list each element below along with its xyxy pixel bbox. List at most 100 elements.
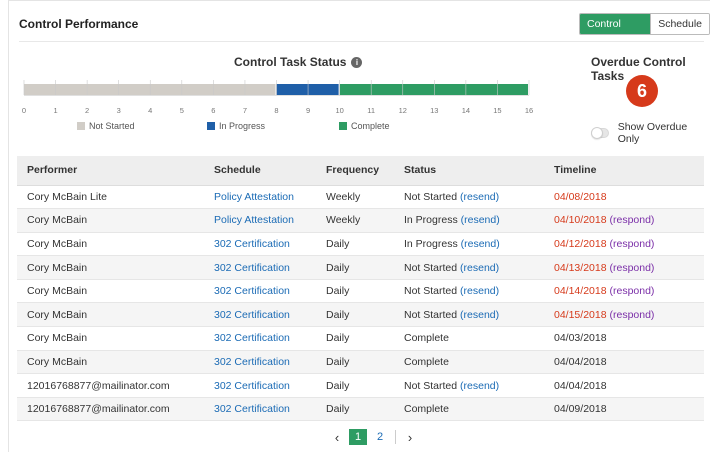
show-overdue-label: Show Overdue Only: [617, 121, 688, 145]
info-icon[interactable]: i: [351, 56, 363, 68]
bar-segment-complete: [339, 84, 528, 95]
legend-item-not-started[interactable]: Not Started: [77, 121, 135, 131]
status-text: Not Started: [404, 285, 458, 298]
table-row: Cory McBain 302 Certification Daily In Prog…: [17, 232, 704, 257]
table-row: Cory McBain 302 Certification Daily Complet…: [17, 326, 704, 351]
timeline-cell: 04/08/2018: [544, 185, 704, 210]
resend-link[interactable]: (resend): [460, 191, 499, 203]
legend-item-in-progress[interactable]: In Progress: [207, 121, 265, 131]
tick-label: 7: [243, 106, 247, 115]
page-2-button[interactable]: 2: [371, 429, 389, 445]
toggle-knob: [591, 127, 603, 139]
status-text: In Progress: [404, 237, 458, 250]
column-header-frequency[interactable]: Frequency: [316, 156, 394, 186]
timeline-date: 04/04/2018: [554, 379, 607, 392]
status-cell: Complete: [394, 350, 544, 375]
timeline-date: 04/13/2018: [554, 261, 607, 274]
tick-label: 16: [525, 106, 533, 115]
column-header-performer[interactable]: Performer: [17, 156, 204, 186]
respond-link[interactable]: (respond): [609, 238, 654, 250]
schedule-link[interactable]: 302 Certification: [214, 309, 290, 321]
timeline-date: 04/04/2018: [554, 355, 607, 368]
resend-link[interactable]: (resend): [460, 262, 499, 274]
schedule-cell: 302 Certification: [204, 350, 316, 375]
schedule-link[interactable]: 302 Certification: [214, 285, 290, 297]
resend-link[interactable]: (resend): [461, 214, 500, 226]
schedule-link[interactable]: 302 Certification: [214, 262, 290, 274]
tab-control-task[interactable]: Control Task: [580, 14, 651, 34]
table-row: Cory McBain Lite Policy Attestation Weekly…: [17, 185, 704, 210]
tab-schedule[interactable]: Schedule: [650, 14, 709, 34]
status-cell: Not Started (resend): [394, 185, 544, 210]
schedule-cell: Policy Attestation: [204, 185, 316, 210]
legend-label: Not Started: [89, 121, 135, 131]
timeline-date: 04/09/2018: [554, 403, 607, 416]
respond-link[interactable]: (respond): [609, 262, 654, 274]
resend-link[interactable]: (resend): [461, 238, 500, 250]
pagination-divider: [395, 430, 396, 444]
status-cell: Not Started (resend): [394, 279, 544, 304]
respond-link[interactable]: (respond): [609, 285, 654, 297]
status-chart: 0 1 2 3 4 5 6 7 8 9 10 11 12 13 14 15 16: [22, 80, 533, 115]
column-header-schedule[interactable]: Schedule: [204, 156, 316, 186]
performer-cell: Cory McBain: [17, 255, 204, 280]
status-text: Complete: [404, 403, 449, 416]
column-header-status[interactable]: Status: [394, 156, 544, 186]
tick-label: 9: [306, 106, 310, 115]
performer-cell: Cory McBain: [17, 326, 204, 351]
next-page-button[interactable]: ›: [400, 430, 420, 445]
timeline-date: 04/08/2018: [554, 190, 607, 203]
resend-link[interactable]: (resend): [460, 309, 499, 321]
status-text: Not Started: [404, 308, 458, 321]
schedule-link[interactable]: 302 Certification: [214, 356, 290, 368]
timeline-date: 04/15/2018: [554, 308, 607, 321]
schedule-link[interactable]: 302 Certification: [214, 380, 290, 392]
status-cell: In Progress (resend): [394, 232, 544, 257]
schedule-link[interactable]: 302 Certification: [214, 332, 290, 344]
tick-label: 3: [117, 106, 121, 115]
legend-label: Complete: [351, 121, 390, 131]
timeline-cell: 04/12/2018 (respond): [544, 232, 704, 257]
status-cell: Not Started (resend): [394, 255, 544, 280]
performer-cell: Cory McBain: [17, 350, 204, 375]
panel-title: Control Performance: [19, 17, 139, 31]
performer-cell: Cory McBain: [17, 302, 204, 328]
status-cell: Not Started (resend): [394, 302, 544, 328]
page-1-button[interactable]: 1: [349, 429, 367, 445]
frequency-cell: Weekly: [316, 185, 394, 210]
table-row: Cory McBain 302 Certification Daily Not Sta…: [17, 302, 704, 328]
schedule-link[interactable]: 302 Certification: [214, 403, 290, 415]
frequency-cell: Daily: [316, 350, 394, 375]
frequency-cell: Daily: [316, 255, 394, 280]
legend-item-complete[interactable]: Complete: [339, 121, 390, 131]
performer-cell: Cory McBain: [17, 208, 204, 233]
table-header-row: Performer Schedule Frequency Status Time…: [17, 156, 704, 186]
show-overdue-toggle[interactable]: [591, 127, 609, 139]
timeline-date: 04/14/2018: [554, 285, 607, 298]
table-row: Cory McBain 302 Certification Daily Not Sta…: [17, 279, 704, 304]
tick-label: 14: [462, 106, 470, 115]
tick-label: 8: [274, 106, 278, 115]
timeline-cell: 04/04/2018: [544, 350, 704, 375]
frequency-cell: Daily: [316, 302, 394, 328]
table-row: Cory McBain 302 Certification Daily Complet…: [17, 350, 704, 375]
prev-page-button[interactable]: ‹: [327, 430, 347, 445]
status-text: Complete: [404, 355, 449, 368]
tick-label: 4: [148, 106, 152, 115]
frequency-cell: Daily: [316, 232, 394, 257]
view-toggle: Control Task Schedule: [579, 13, 710, 35]
frequency-cell: Weekly: [316, 208, 394, 233]
respond-link[interactable]: (respond): [609, 309, 654, 321]
status-text: In Progress: [404, 214, 458, 227]
overdue-toggle-row: Show Overdue Only: [591, 121, 710, 145]
status-text: Complete: [404, 332, 449, 345]
schedule-link[interactable]: 302 Certification: [214, 238, 290, 250]
resend-link[interactable]: (resend): [460, 380, 499, 392]
column-header-timeline[interactable]: Timeline: [544, 156, 704, 186]
schedule-link[interactable]: Policy Attestation: [214, 214, 294, 226]
table-row: Cory McBain 302 Certification Daily Not Sta…: [17, 255, 704, 280]
schedule-link[interactable]: Policy Attestation: [214, 191, 294, 203]
tick-label: 0: [22, 106, 26, 115]
resend-link[interactable]: (resend): [460, 285, 499, 297]
respond-link[interactable]: (respond): [609, 214, 654, 226]
